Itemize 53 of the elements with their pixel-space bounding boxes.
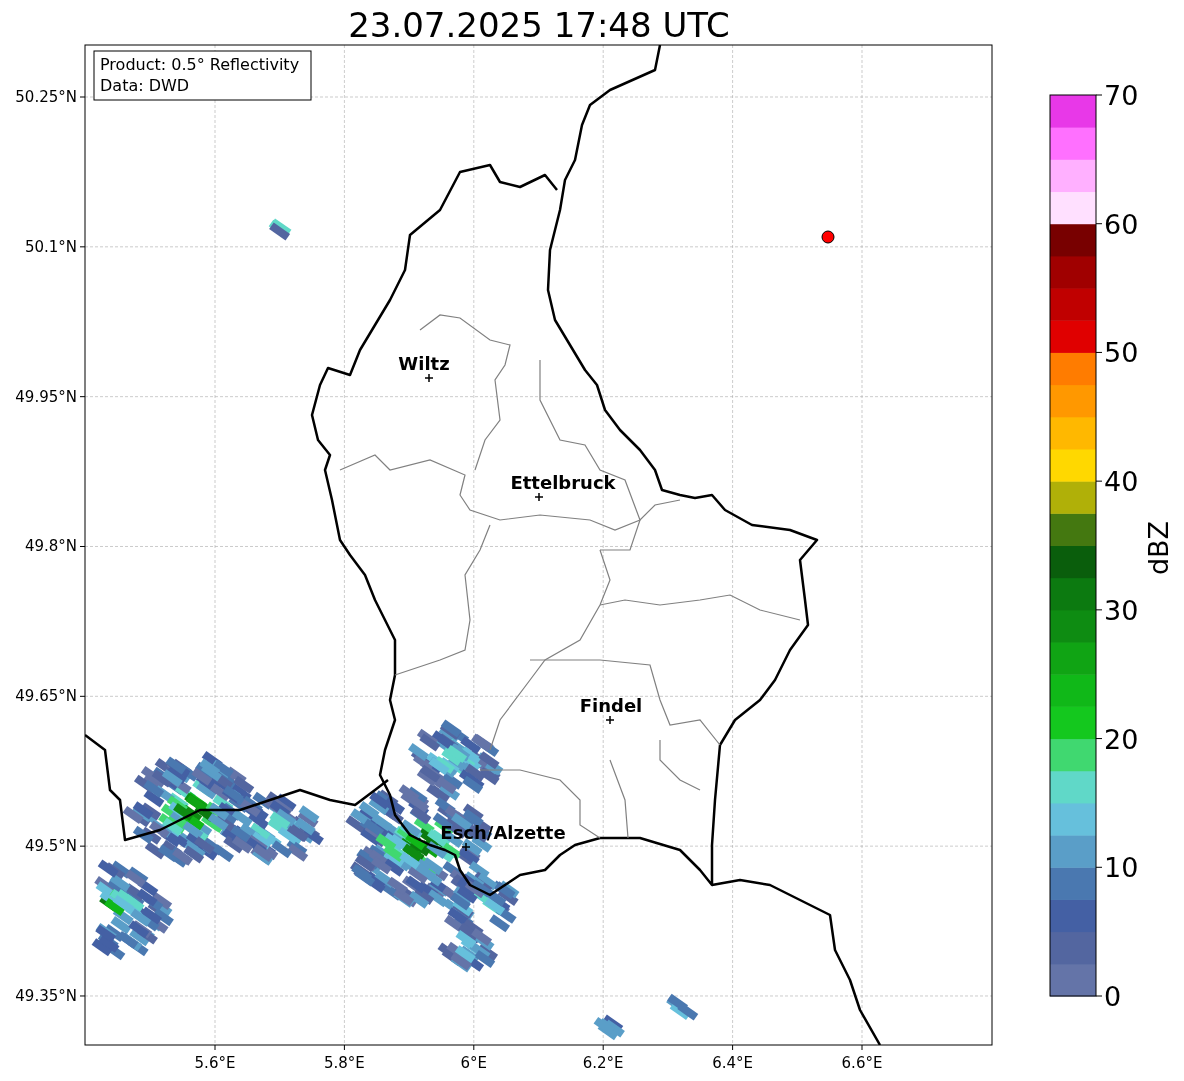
tick-mark — [861, 1044, 863, 1051]
city-label: Ettelbruck — [510, 472, 616, 493]
tick-mark — [1095, 609, 1103, 611]
longitude-label: 6°E — [460, 1054, 488, 1072]
city-marker-icon — [605, 715, 615, 725]
city-label: Wiltz — [398, 353, 450, 374]
tick-mark — [732, 1044, 734, 1051]
tick-mark — [79, 845, 86, 847]
latitude-label: 50.1°N — [24, 237, 77, 256]
tick-mark — [1095, 223, 1103, 225]
info-text: Data: DWD — [100, 76, 190, 95]
colorbar-tick-label: 30 — [1104, 594, 1139, 626]
tick-mark — [79, 246, 86, 248]
tick-mark — [1095, 94, 1103, 96]
tick-mark — [1095, 480, 1103, 482]
tick-mark — [79, 396, 86, 398]
city-marker-icon — [461, 842, 471, 852]
longitude-label: 5.6°E — [194, 1054, 236, 1072]
latitude-label: 49.5°N — [24, 837, 77, 856]
tick-mark — [343, 1044, 345, 1051]
longitude-label: 5.8°E — [324, 1054, 365, 1072]
colorbar-tick-label: 70 — [1104, 80, 1139, 111]
colorbar-tick-label: 40 — [1104, 466, 1139, 498]
tick-mark — [79, 995, 86, 997]
colorbar-tick-label: 60 — [1104, 208, 1139, 240]
latitude-label: 49.8°N — [24, 537, 77, 556]
tick-mark — [79, 96, 86, 98]
colorbar-tick-label: 50 — [1104, 337, 1139, 369]
tick-mark — [1095, 738, 1103, 740]
city-label: Findel — [579, 695, 643, 716]
latitude-label: 49.35°N — [15, 987, 77, 1005]
longitude-label: 6.4°E — [712, 1054, 753, 1072]
city-marker-icon — [534, 492, 544, 502]
colorbar-tick-label: 10 — [1104, 852, 1139, 884]
longitude-label: 6.6°E — [841, 1054, 883, 1072]
tick-mark — [79, 695, 86, 697]
tick-mark — [1095, 351, 1103, 353]
tick-mark — [1095, 866, 1103, 868]
latitude-label: 49.95°N — [15, 387, 77, 406]
tick-mark — [79, 546, 86, 547]
colorbar-label: dBZ — [1143, 520, 1174, 576]
tick-mark — [214, 1044, 216, 1051]
city-marker-icon — [424, 373, 434, 383]
latitude-label: 49.65°N — [15, 687, 77, 706]
latitude-label: 50.25°N — [15, 88, 77, 106]
tick-mark — [602, 1044, 604, 1051]
chart-title: 23.07.2025 17:48 UTC — [348, 5, 730, 45]
tick-mark — [473, 1044, 475, 1051]
colorbar-tick-label: 20 — [1104, 723, 1139, 755]
longitude-label: 6.2°E — [582, 1054, 624, 1072]
colorbar-tick-label: 0 — [1104, 981, 1122, 1012]
tick-mark — [1095, 995, 1103, 997]
info-text: Product: 0.5° Reflectivity — [100, 55, 300, 74]
